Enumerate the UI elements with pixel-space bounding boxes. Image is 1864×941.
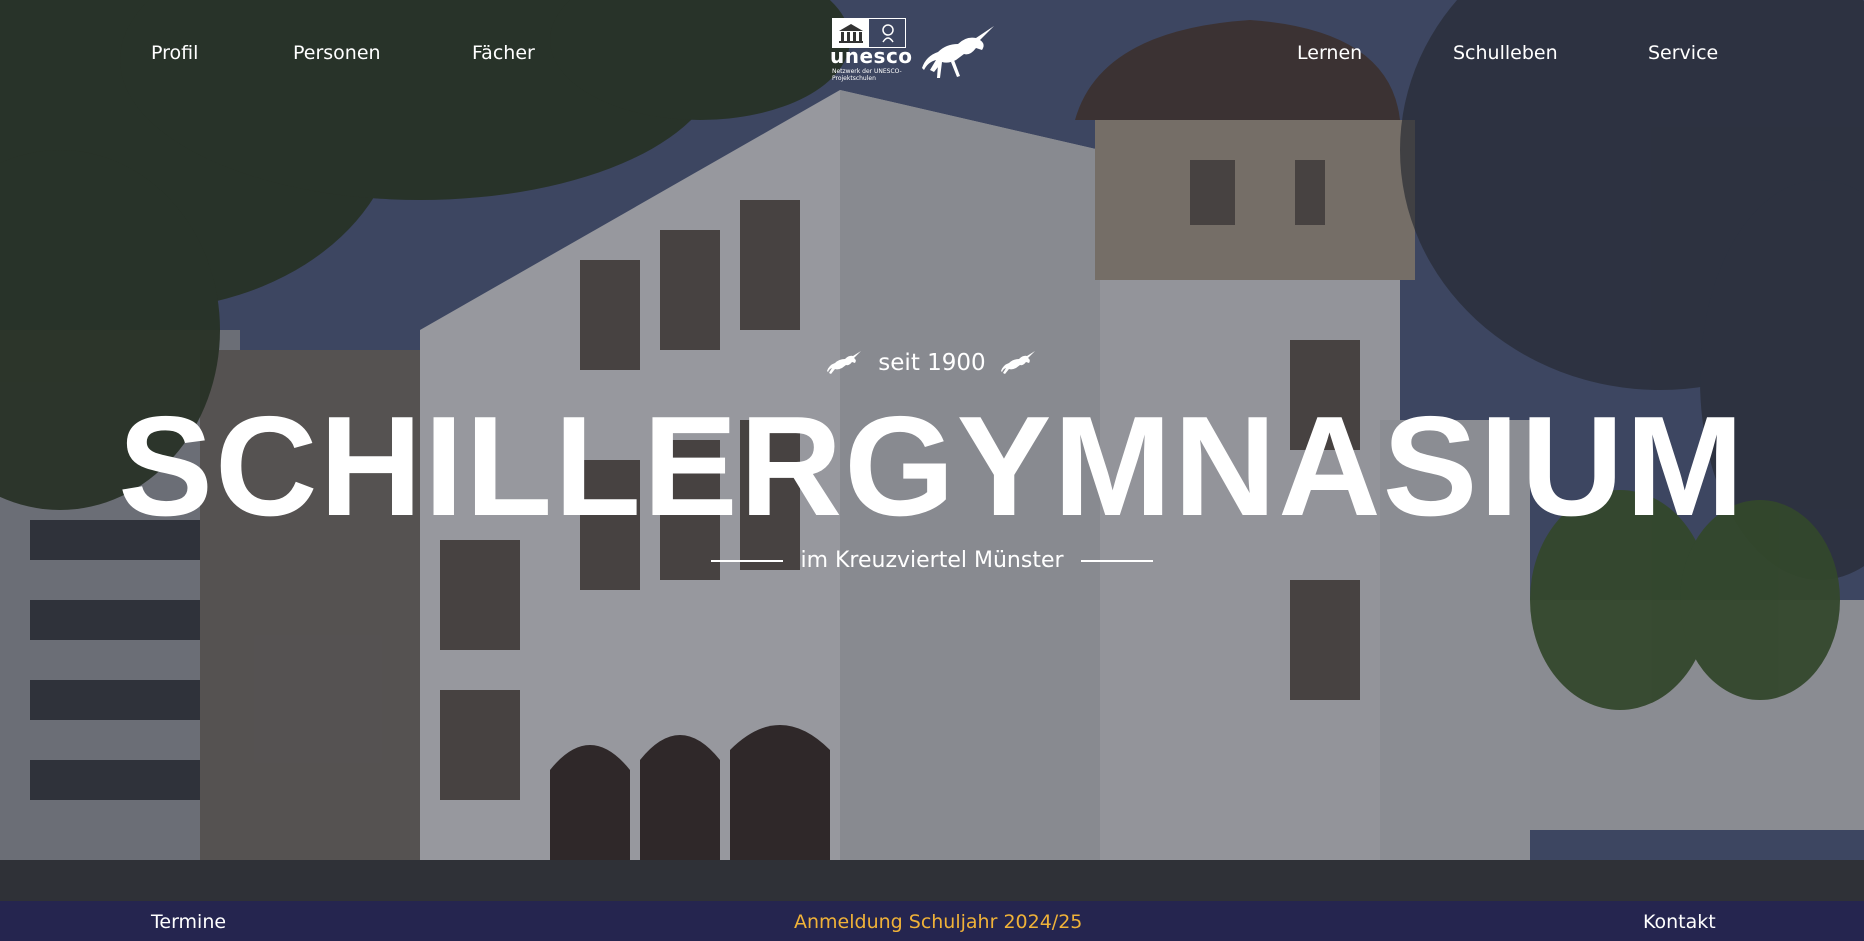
bottom-bar: Termine Anmeldung Schuljahr 2024/25 Kont…	[0, 901, 1864, 941]
kontakt-link[interactable]: Kontakt	[1643, 911, 1716, 933]
unesco-network-label: Netzwerk der UNESCO-Projektschulen	[832, 68, 902, 82]
anmeldung-link[interactable]: Anmeldung Schuljahr 2024/25	[794, 911, 1082, 933]
unicorn-icon	[922, 26, 994, 78]
subtitle-text: im Kreuzviertel Münster	[800, 548, 1064, 573]
nav-item-personen[interactable]: Personen	[293, 42, 381, 64]
nav-item-schulleben[interactable]: Schulleben	[1453, 42, 1558, 64]
unesco-wordmark: unesco	[830, 44, 913, 68]
nav-item-faecher[interactable]: Fächer	[472, 42, 535, 64]
unesco-logo: unesco Netzwerk der UNESCO-Projektschule…	[828, 16, 912, 84]
unicorn-right-icon	[1000, 351, 1035, 374]
school-logo-link[interactable]: unesco Netzwerk der UNESCO-Projektschule…	[828, 16, 1003, 86]
since-line: seit 1900	[0, 350, 1864, 376]
nav-item-service[interactable]: Service	[1648, 42, 1718, 64]
unicorn-left-icon	[827, 351, 862, 374]
subtitle-line: im Kreuzviertel Münster	[0, 548, 1864, 573]
main-navigation: Profil Personen Fächer unesco Netzwerk d…	[0, 0, 1864, 110]
subtitle-rule-left	[711, 559, 784, 562]
nav-item-profil[interactable]: Profil	[151, 42, 198, 64]
subtitle-rule-right	[1080, 559, 1153, 562]
nav-item-lernen[interactable]: Lernen	[1297, 42, 1362, 64]
since-text: seit 1900	[878, 350, 986, 376]
page-title: SCHILLERGYMNASIUM	[118, 387, 1746, 546]
termine-link[interactable]: Termine	[151, 911, 226, 933]
